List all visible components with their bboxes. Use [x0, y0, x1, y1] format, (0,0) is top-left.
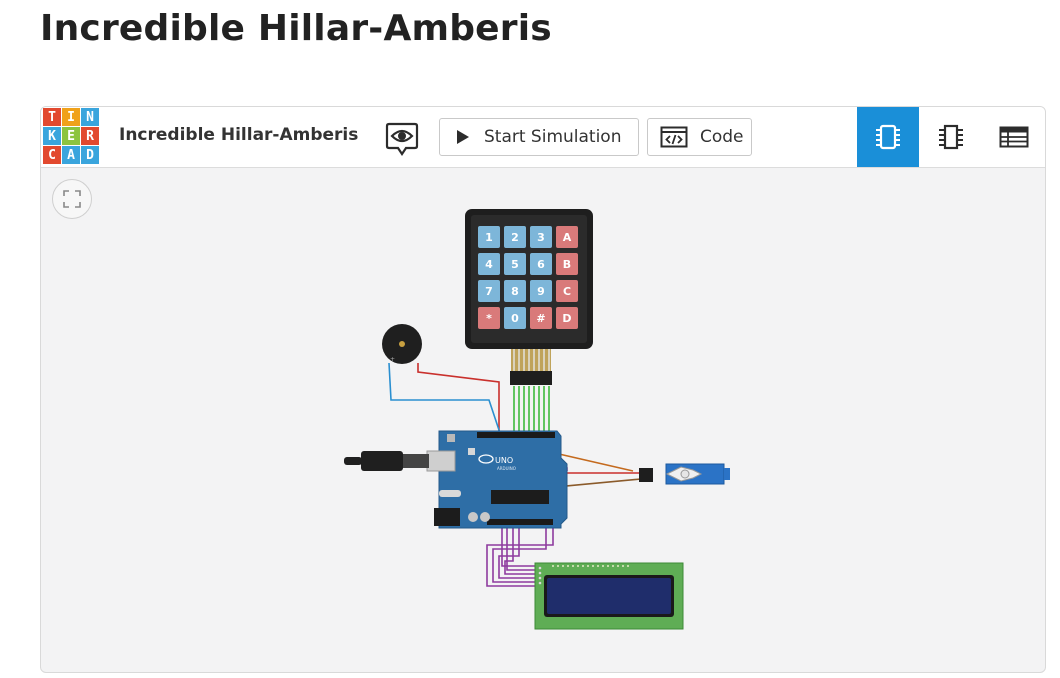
logo-letter: T	[43, 108, 61, 126]
circuit-diagram: 1 2 3 A 4 5 6 B 7 8 9 C * 0 # D + UNO AR…	[344, 209, 730, 630]
view-design-button[interactable]	[385, 121, 419, 157]
key-label: #	[536, 312, 545, 325]
logo-letter: K	[43, 127, 61, 145]
key-label: 8	[511, 285, 519, 298]
code-label: Code	[700, 127, 744, 147]
component-list-button[interactable]	[983, 107, 1045, 167]
arduino-subtext: ARDUINO	[497, 466, 516, 471]
chip-icon	[876, 124, 900, 150]
code-window-icon	[660, 126, 688, 148]
code-button[interactable]: Code	[647, 118, 752, 156]
schematic-icon	[939, 124, 963, 150]
key-label: 7	[485, 285, 493, 298]
tinkercad-logo[interactable]: T I N K E R C A D	[43, 108, 99, 164]
design-title[interactable]: Incredible Hillar-Amberis	[119, 125, 358, 145]
logo-letter: N	[81, 108, 99, 126]
key-label: D	[562, 312, 571, 325]
logo-letter: D	[81, 146, 99, 164]
piezo-buzzer: +	[382, 324, 422, 364]
arduino-brand: UNO	[495, 456, 513, 465]
logo-letter: I	[62, 108, 80, 126]
key-label: 5	[511, 258, 519, 271]
key-label: C	[563, 285, 571, 298]
table-list-icon	[999, 126, 1029, 148]
key-label: *	[486, 312, 492, 325]
toolbar: T I N K E R C A D Incredible Hillar-Ambe…	[41, 107, 1045, 168]
start-simulation-button[interactable]: Start Simulation	[439, 118, 639, 156]
key-label: 4	[485, 258, 493, 271]
key-label: B	[563, 258, 571, 271]
logo-letter: A	[62, 146, 80, 164]
tinkercad-embed: T I N K E R C A D Incredible Hillar-Ambe…	[40, 106, 1046, 673]
keypad-4x4: 1 2 3 A 4 5 6 B 7 8 9 C * 0 # D	[465, 209, 593, 385]
eye-speech-icon	[385, 122, 419, 156]
schematic-view-button[interactable]	[920, 107, 982, 167]
key-label: 2	[511, 231, 519, 244]
key-label: 0	[511, 312, 519, 325]
svg-text:+: +	[390, 356, 395, 363]
play-icon	[456, 129, 470, 145]
page-title: Incredible Hillar-Amberis	[40, 8, 552, 49]
key-label: 1	[485, 231, 493, 244]
lcd-16x2	[534, 562, 684, 630]
arduino-uno: UNO ARDUINO	[344, 430, 568, 529]
circuit-canvas[interactable]: 1 2 3 A 4 5 6 B 7 8 9 C * 0 # D + UNO AR…	[41, 168, 1045, 672]
key-label: 6	[537, 258, 545, 271]
key-label: A	[563, 231, 572, 244]
micro-servo	[639, 463, 730, 485]
logo-letter: C	[43, 146, 61, 164]
key-label: 3	[537, 231, 545, 244]
circuit-view-button[interactable]	[857, 107, 919, 167]
logo-letter: E	[62, 127, 80, 145]
start-simulation-label: Start Simulation	[484, 127, 622, 147]
logo-letter: R	[81, 127, 99, 145]
key-label: 9	[537, 285, 545, 298]
